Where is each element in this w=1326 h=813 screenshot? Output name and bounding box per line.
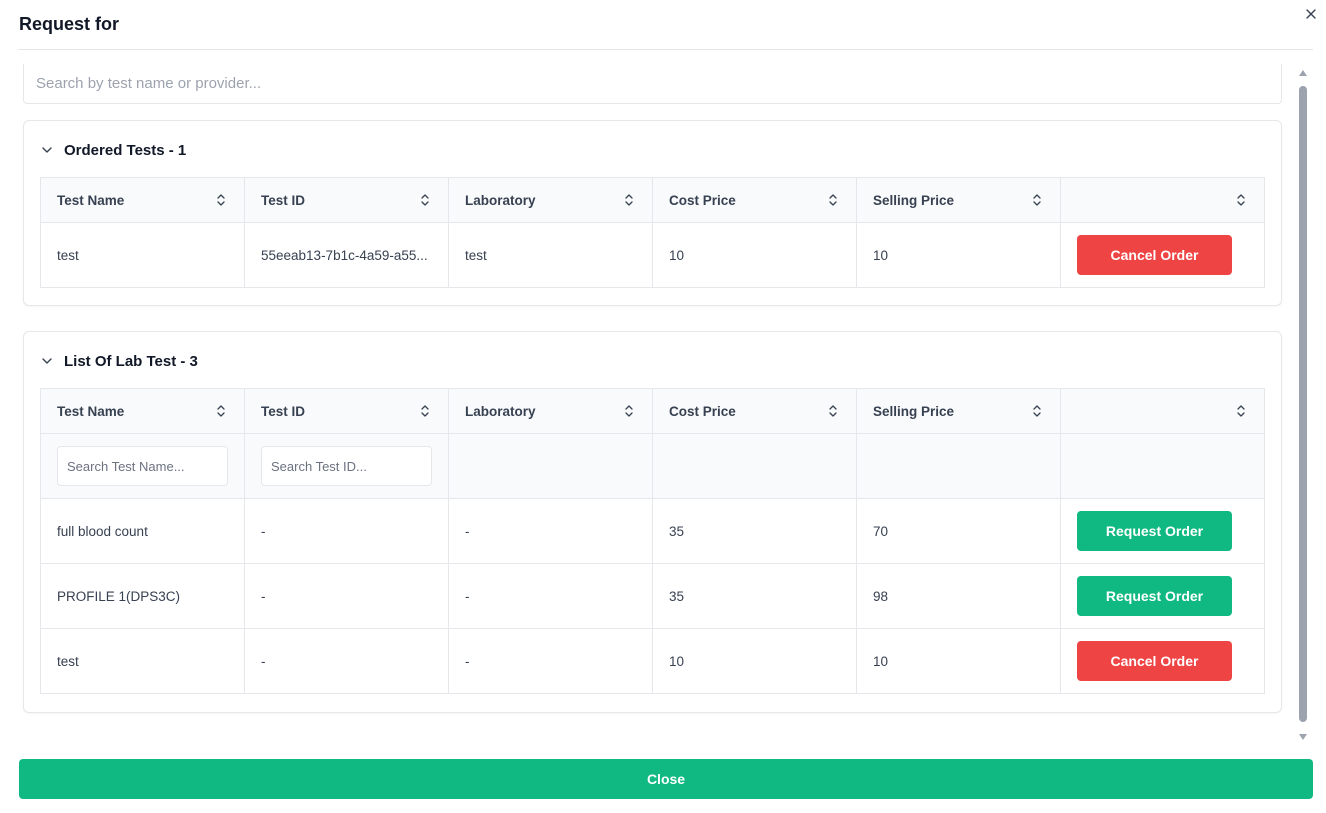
column-header-test-name[interactable]: Test Name	[40, 388, 245, 434]
filter-cell-empty	[652, 433, 857, 499]
request-order-button[interactable]: Request Order	[1077, 511, 1232, 551]
sort-icon[interactable]	[622, 193, 636, 207]
sort-icon[interactable]	[1234, 193, 1248, 207]
filter-cell-test-id	[244, 433, 449, 499]
table-row: PROFILE 1(DPS3C) - - 35 98 Request Order	[40, 563, 1265, 629]
cell-action: Cancel Order	[1060, 628, 1265, 694]
chevron-down-icon	[42, 358, 52, 364]
cell-selling-price: 10	[856, 628, 1061, 694]
cell-action: Request Order	[1060, 563, 1265, 629]
test-name-filter-input[interactable]	[57, 446, 228, 486]
ordered-tests-card: Ordered Tests - 1 Test Name Test ID Labo…	[23, 120, 1282, 306]
table-header-row: Test Name Test ID Laboratory Cost Price …	[40, 177, 1265, 223]
cell-test-name: full blood count	[40, 498, 245, 564]
filter-cell-empty	[1060, 433, 1265, 499]
cell-laboratory: -	[448, 498, 653, 564]
close-icon[interactable]	[1303, 6, 1319, 22]
modal-title: Request for	[19, 14, 120, 34]
search-input[interactable]	[23, 64, 1282, 104]
close-button[interactable]: Close	[19, 759, 1313, 799]
column-header-test-name[interactable]: Test Name	[40, 177, 245, 223]
cell-laboratory: -	[448, 628, 653, 694]
column-header-actions[interactable]	[1060, 388, 1265, 434]
sort-icon[interactable]	[214, 404, 228, 418]
cell-test-id: -	[244, 563, 449, 629]
vertical-scrollbar[interactable]	[1298, 66, 1308, 742]
sort-icon[interactable]	[1030, 193, 1044, 207]
column-header-test-id[interactable]: Test ID	[244, 177, 449, 223]
ordered-tests-title: Ordered Tests - 1	[64, 141, 187, 159]
sort-icon[interactable]	[214, 193, 228, 207]
column-header-test-id[interactable]: Test ID	[244, 388, 449, 434]
sort-icon[interactable]	[1234, 404, 1248, 418]
column-header-cost-price[interactable]: Cost Price	[652, 177, 857, 223]
lab-tests-card: List Of Lab Test - 3 Test Name Test ID L…	[23, 331, 1282, 713]
cell-selling-price: 10	[856, 222, 1061, 288]
sort-icon[interactable]	[418, 404, 432, 418]
table-row: test - - 10 10 Cancel Order	[40, 628, 1265, 694]
cell-action: Cancel Order	[1060, 222, 1265, 288]
cell-selling-price: 98	[856, 563, 1061, 629]
cell-cost-price: 10	[652, 222, 857, 288]
scrollbar-thumb[interactable]	[1299, 86, 1307, 722]
lab-tests-title: List Of Lab Test - 3	[64, 352, 198, 370]
column-header-laboratory[interactable]: Laboratory	[448, 388, 653, 434]
cell-laboratory: test	[448, 222, 653, 288]
filter-cell-empty	[448, 433, 653, 499]
cancel-order-button[interactable]: Cancel Order	[1077, 641, 1232, 681]
column-header-actions[interactable]	[1060, 177, 1265, 223]
test-id-filter-input[interactable]	[261, 446, 432, 486]
cancel-order-button[interactable]: Cancel Order	[1077, 235, 1232, 275]
cell-cost-price: 35	[652, 498, 857, 564]
cell-test-name: test	[40, 222, 245, 288]
sort-icon[interactable]	[418, 193, 432, 207]
sort-icon[interactable]	[622, 404, 636, 418]
table-header-row: Test Name Test ID Laboratory Cost Price …	[40, 388, 1265, 434]
lab-tests-toggle[interactable]: List Of Lab Test - 3	[40, 351, 198, 371]
sort-icon[interactable]	[826, 193, 840, 207]
modal-header: Request for	[18, 0, 1313, 50]
cell-test-name: PROFILE 1(DPS3C)	[40, 563, 245, 629]
cell-test-id: 55eeab13-7b1c-4a59-a55...	[244, 222, 449, 288]
request-order-button[interactable]: Request Order	[1077, 576, 1232, 616]
filter-row	[40, 433, 1265, 499]
table-row: test 55eeab13-7b1c-4a59-a55... test 10 1…	[40, 222, 1265, 288]
filter-cell-empty	[856, 433, 1061, 499]
cell-test-id: -	[244, 628, 449, 694]
table-row: full blood count - - 35 70 Request Order	[40, 498, 1265, 564]
column-header-selling-price[interactable]: Selling Price	[856, 388, 1061, 434]
scroll-down-arrow-icon[interactable]	[1299, 734, 1307, 740]
ordered-tests-table: Test Name Test ID Laboratory Cost Price …	[40, 177, 1265, 288]
chevron-down-icon	[42, 147, 52, 153]
scroll-up-arrow-icon[interactable]	[1299, 70, 1307, 76]
cell-cost-price: 10	[652, 628, 857, 694]
column-header-selling-price[interactable]: Selling Price	[856, 177, 1061, 223]
filter-cell-test-name	[40, 433, 245, 499]
cell-laboratory: -	[448, 563, 653, 629]
cell-action: Request Order	[1060, 498, 1265, 564]
cell-cost-price: 35	[652, 563, 857, 629]
cell-test-name: test	[40, 628, 245, 694]
lab-tests-table: Test Name Test ID Laboratory Cost Price …	[40, 388, 1265, 694]
sort-icon[interactable]	[826, 404, 840, 418]
sort-icon[interactable]	[1030, 404, 1044, 418]
cell-test-id: -	[244, 498, 449, 564]
column-header-cost-price[interactable]: Cost Price	[652, 388, 857, 434]
ordered-tests-toggle[interactable]: Ordered Tests - 1	[40, 140, 186, 160]
cell-selling-price: 70	[856, 498, 1061, 564]
modal-body: Ordered Tests - 1 Test Name Test ID Labo…	[0, 60, 1296, 744]
column-header-laboratory[interactable]: Laboratory	[448, 177, 653, 223]
